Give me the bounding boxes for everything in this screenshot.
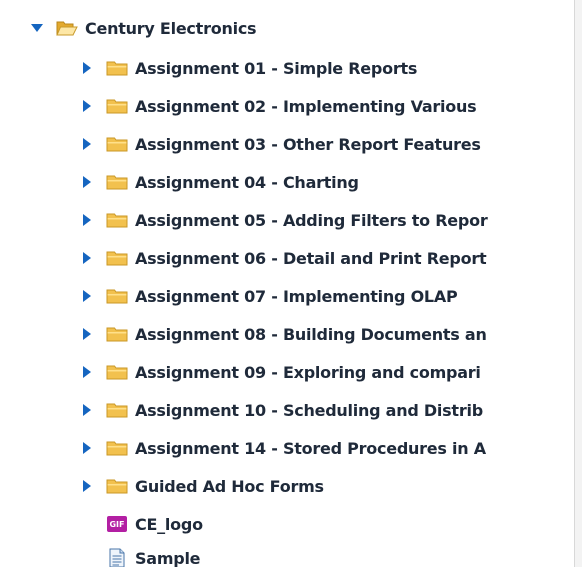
- tree-node-label: Assignment 07 - Implementing OLAP: [135, 286, 458, 306]
- repository-tree: Century Electronics Assignment 01 - Simp…: [0, 0, 574, 567]
- folder-icon: [106, 476, 128, 496]
- expand-arrow-icon[interactable]: [80, 251, 94, 265]
- tree-node-label: Assignment 14 - Stored Procedures in A: [135, 438, 486, 458]
- expand-arrow-icon[interactable]: [80, 441, 94, 455]
- expand-arrow-icon[interactable]: [80, 213, 94, 227]
- expand-arrow-icon[interactable]: [80, 479, 94, 493]
- tree-node-assignment-14[interactable]: Assignment 14 - Stored Procedures in A: [80, 436, 486, 460]
- tree-node-ce-logo[interactable]: GIF CE_logo: [80, 512, 203, 536]
- collapse-arrow-icon[interactable]: [30, 21, 44, 35]
- folder-icon: [106, 324, 128, 344]
- tree-node-label: Assignment 05 - Adding Filters to Repor: [135, 210, 488, 230]
- tree-node-label: Century Electronics: [85, 18, 257, 38]
- folder-icon: [106, 134, 128, 154]
- tree-node-label: Assignment 06 - Detail and Print Report: [135, 248, 487, 268]
- expand-arrow-icon[interactable]: [80, 137, 94, 151]
- tree-node-assignment-09[interactable]: Assignment 09 - Exploring and compari: [80, 360, 481, 384]
- tree-node-assignment-03[interactable]: Assignment 03 - Other Report Features: [80, 132, 481, 156]
- expand-arrow-icon[interactable]: [80, 403, 94, 417]
- tree-node-assignment-08[interactable]: Assignment 08 - Building Documents an: [80, 322, 487, 346]
- tree-node-assignment-10[interactable]: Assignment 10 - Scheduling and Distrib: [80, 398, 483, 422]
- folder-icon: [106, 172, 128, 192]
- tree-node-assignment-02[interactable]: Assignment 02 - Implementing Various: [80, 94, 477, 118]
- tree-node-assignment-04[interactable]: Assignment 04 - Charting: [80, 170, 359, 194]
- tree-node-sample[interactable]: Sample: [80, 546, 201, 567]
- document-icon: [106, 548, 128, 567]
- tree-node-guided-ad-hoc-forms[interactable]: Guided Ad Hoc Forms: [80, 474, 324, 498]
- tree-node-label: Sample: [135, 548, 201, 567]
- tree-node-assignment-05[interactable]: Assignment 05 - Adding Filters to Repor: [80, 208, 488, 232]
- tree-node-label: Assignment 03 - Other Report Features: [135, 134, 481, 154]
- expand-arrow-icon[interactable]: [80, 327, 94, 341]
- tree-node-assignment-07[interactable]: Assignment 07 - Implementing OLAP: [80, 284, 458, 308]
- expand-arrow-icon[interactable]: [80, 175, 94, 189]
- panel-scrollbar-edge[interactable]: [574, 0, 582, 567]
- tree-node-assignment-01[interactable]: Assignment 01 - Simple Reports: [80, 56, 417, 80]
- tree-node-century-electronics[interactable]: Century Electronics: [30, 16, 257, 40]
- expand-arrow-icon[interactable]: [80, 289, 94, 303]
- folder-icon: [106, 58, 128, 78]
- folder-icon: [106, 210, 128, 230]
- folder-icon: [106, 362, 128, 382]
- folder-icon: [106, 400, 128, 420]
- tree-node-label: Assignment 04 - Charting: [135, 172, 359, 192]
- gif-file-icon: GIF: [106, 514, 128, 534]
- gif-badge: GIF: [107, 516, 127, 532]
- tree-node-label: Assignment 02 - Implementing Various: [135, 96, 477, 116]
- folder-icon: [106, 248, 128, 268]
- expand-arrow-icon[interactable]: [80, 99, 94, 113]
- folder-icon: [106, 96, 128, 116]
- folder-icon: [106, 286, 128, 306]
- tree-node-label: Assignment 08 - Building Documents an: [135, 324, 487, 344]
- tree-node-label: Assignment 10 - Scheduling and Distrib: [135, 400, 483, 420]
- tree-node-label: Assignment 01 - Simple Reports: [135, 58, 418, 78]
- tree-node-label: Assignment 09 - Exploring and compari: [135, 362, 481, 382]
- folder-open-icon: [56, 18, 78, 38]
- tree-node-label: Guided Ad Hoc Forms: [135, 476, 324, 496]
- expand-arrow-icon[interactable]: [80, 61, 94, 75]
- folder-icon: [106, 438, 128, 458]
- tree-node-label: CE_logo: [135, 514, 203, 534]
- tree-node-assignment-06[interactable]: Assignment 06 - Detail and Print Report: [80, 246, 487, 270]
- expand-arrow-icon[interactable]: [80, 365, 94, 379]
